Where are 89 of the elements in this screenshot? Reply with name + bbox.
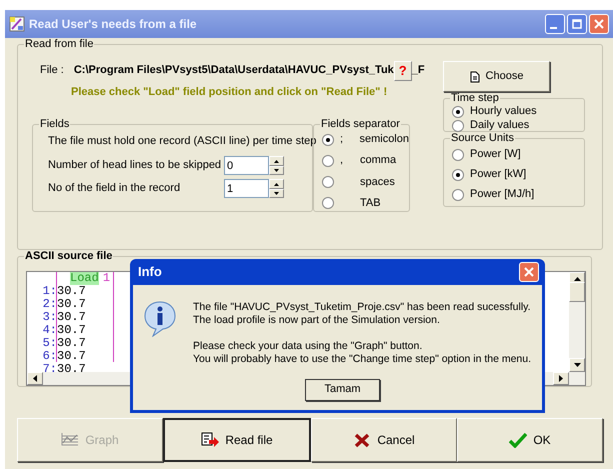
group-label: Source Units: [450, 132, 515, 145]
line-number: 3:: [42, 311, 57, 324]
radio-button[interactable]: [322, 154, 334, 167]
vertical-scrollbar[interactable]: [569, 272, 585, 372]
minimize-button[interactable]: [545, 14, 565, 34]
radio-button[interactable]: [322, 176, 334, 188]
radio-button[interactable]: [452, 120, 464, 132]
down-arrow-icon: [574, 363, 580, 367]
line-number: 4:: [42, 324, 57, 337]
down-arrow-icon: [274, 169, 279, 172]
option-label: Power [W]: [470, 148, 521, 162]
file-path-tail: _F: [412, 64, 425, 78]
radio-button[interactable]: [452, 148, 464, 161]
spin-button[interactable]: [269, 179, 284, 198]
left-arrow-icon: [33, 375, 37, 382]
close-button[interactable]: [589, 14, 609, 34]
radio-button[interactable]: [452, 168, 464, 181]
line-number: 2:: [42, 298, 57, 311]
column-index: 1: [102, 272, 110, 285]
ok-button[interactable]: Tamam: [305, 379, 380, 401]
line-value: 30.7: [57, 350, 86, 363]
group-label: ASCII source file: [24, 250, 114, 263]
chart-icon: [61, 432, 80, 448]
number-input[interactable]: 0: [224, 156, 269, 176]
message-text: The load profile is now part of the Simulation version.: [193, 314, 441, 327]
group-label: Time step: [450, 92, 500, 105]
read-button[interactable]: Read file: [163, 418, 311, 462]
scroll-thumb[interactable]: [569, 282, 585, 302]
up-arrow-icon: [574, 277, 580, 281]
window-title: Read User's needs from a file: [29, 16, 197, 32]
maximize-button[interactable]: [567, 14, 587, 34]
hint-text: Please check "Load" field position and click on "Read File" !: [71, 86, 388, 100]
close-button[interactable]: [519, 262, 539, 282]
option-label: TAB: [360, 196, 381, 210]
option-label: Power [kW]: [470, 168, 526, 182]
option-label: Hourly values: [470, 105, 537, 118]
up-arrow-icon: [274, 160, 279, 163]
file-path: C:\Program Files\PVsyst5\Data\Userdata\HAVUC_PVsyst_Tuk: [74, 64, 394, 78]
option-label: Power [MJ/h]: [470, 188, 534, 202]
line-number: 1:: [42, 285, 57, 298]
line-number: 7:: [42, 363, 57, 376]
line-value: 30.7: [57, 298, 86, 311]
field-label: No of the field in the record: [48, 182, 182, 196]
up-arrow-icon: [274, 182, 279, 186]
line-value: 30.7: [57, 285, 86, 298]
close-icon: [594, 19, 604, 29]
group-label: Read from file: [24, 38, 94, 51]
cancel-button[interactable]: Cancel: [311, 418, 457, 462]
document-arrow-icon: [201, 432, 220, 448]
app-icon: [9, 16, 25, 32]
choose-button[interactable]: Choose: [443, 61, 550, 92]
line-value: 30.7: [57, 311, 86, 324]
option-label: comma: [360, 154, 396, 168]
radio-button[interactable]: [322, 197, 334, 210]
maximize-icon: [572, 19, 582, 29]
spin-button[interactable]: [269, 156, 284, 176]
separator-symbol: ;: [340, 133, 344, 146]
radio-button[interactable]: [452, 188, 464, 201]
field-label: Number of head lines to be skipped: [48, 159, 222, 172]
radio-button[interactable]: [322, 134, 334, 146]
cross-icon: [353, 432, 372, 448]
separator-symbol: ,: [340, 154, 344, 168]
message-text: Please check your data using the "Graph" button.: [193, 340, 424, 353]
line-number: 6:: [42, 350, 57, 363]
dialog-title: Info: [138, 264, 162, 280]
number-input[interactable]: 1: [224, 179, 269, 198]
check-icon: [509, 432, 528, 448]
line-value: 30.7: [57, 363, 86, 376]
down-arrow-icon: [274, 192, 279, 196]
option-label: spaces: [360, 176, 395, 189]
group-label: Fields separator: [320, 118, 401, 132]
right-arrow-icon: [559, 375, 563, 382]
message-text: The file "HAVUC_PVsyst_Tuketim_Proje.csv" has been read sucessfully.: [193, 301, 532, 314]
message-text: You will probably have to use the "Change time step" option in the menu.: [193, 353, 532, 366]
close-icon: [524, 267, 534, 277]
group-label: Fields: [39, 118, 70, 132]
column-header: Load: [70, 272, 99, 285]
ok-button[interactable]: OK: [457, 418, 603, 462]
option-label: Daily values: [470, 119, 530, 132]
line-value: 30.7: [57, 337, 86, 350]
option-label: semicolon: [359, 133, 409, 146]
line-number: 5:: [42, 337, 57, 350]
info-icon: [143, 301, 177, 337]
minimize-icon: [550, 27, 557, 29]
document-icon: [470, 70, 480, 82]
file-label: File :: [40, 64, 64, 78]
line-value: 30.7: [57, 324, 86, 337]
radio-button[interactable]: [452, 106, 464, 118]
help-button[interactable]: ?: [394, 61, 412, 81]
